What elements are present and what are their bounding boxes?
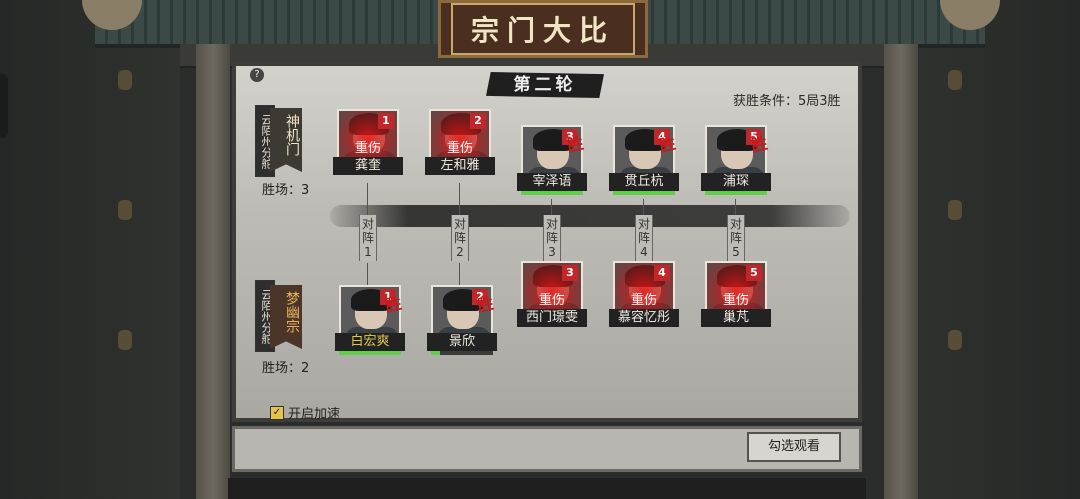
top-member-name: 贯丘杭 [609,173,679,191]
page-title: 宗门大比 [470,14,615,47]
injury-status: 重伤 [354,141,381,156]
speed-up-label: 开启加速 [288,407,341,422]
injury-status: 重伤 [446,141,473,156]
bottom-member-name: 景欣 [427,333,497,351]
lantern-decoration [948,200,962,220]
right-scenery [900,0,1080,499]
matchup-connector [459,183,460,215]
injury-status: 重伤 [722,293,749,308]
lantern-decoration [118,200,132,220]
health-bar [339,351,401,355]
lantern-decoration [948,70,962,90]
matchup-connector [367,183,368,215]
matchup-label: 对阵2 [451,215,469,261]
injury-status: 重伤 [538,293,565,308]
lantern-decoration [118,70,132,90]
bottom-member-name: 白宏爽 [335,333,405,351]
help-icon[interactable]: ? [250,68,264,82]
seat-number-badge: 5 [746,265,762,281]
brush-stroke-divider [330,205,850,227]
top-member-name: 宰泽语 [517,173,587,191]
matchup-label: 对阵1 [359,215,377,261]
matchup-label: 对阵5 [727,215,745,261]
bottom-member-name: 巢芃 [701,309,771,327]
top-team-sect-banner: 神机门 [270,108,302,172]
top-member-name: 左和雅 [425,157,495,175]
bottom-member-name: 西门璟雯 [517,309,587,327]
top-team-wins: 胜场：3 [262,183,310,198]
matchup-connector [367,263,368,285]
seat-number-badge: 1 [378,113,394,129]
matchup-connector [459,263,460,285]
bottom-strip [228,478,866,499]
seat-number-badge: 2 [470,113,486,129]
select-watch-button[interactable]: 勾选观看 [747,432,841,462]
seat-number-badge: 4 [654,265,670,281]
round-banner: 第二轮 [486,72,604,98]
health-bar [613,191,675,195]
left-scenery [0,0,180,499]
lantern-decoration [118,330,132,350]
injury-status: 重伤 [630,293,657,308]
lantern-decoration [948,330,962,350]
health-bar [431,351,493,355]
health-fill [613,191,675,195]
matchup-connector [643,199,644,215]
health-fill [705,191,767,195]
matchup-label: 对阵4 [635,215,653,261]
health-bar [521,191,583,195]
top-member-name: 浦琛 [701,173,771,191]
bottom-team-sect-banner: 梦幽宗 [270,285,302,349]
win-condition: 获胜条件：5局3胜 [733,94,841,109]
health-fill [521,191,583,195]
matchup-connector [551,199,552,215]
speed-up-toggle[interactable]: ✓ 开启加速 [270,403,340,422]
health-fill [339,351,401,355]
side-drawer-tab[interactable] [0,74,8,138]
health-bar [705,191,767,195]
matchup-connector [735,199,736,215]
top-member-name: 龚奎 [333,157,403,175]
health-fill [431,351,441,355]
left-pillar [196,44,230,499]
seat-number-badge: 3 [562,265,578,281]
right-pillar [884,44,918,499]
bottom-team-wins: 胜场：2 [262,361,310,376]
title-plaque: 宗门大比 [438,0,648,58]
matchup-label: 对阵3 [543,215,561,261]
speed-up-checkbox[interactable]: ✓ [270,405,284,420]
bottom-member-name: 慕容忆彤 [609,309,679,327]
